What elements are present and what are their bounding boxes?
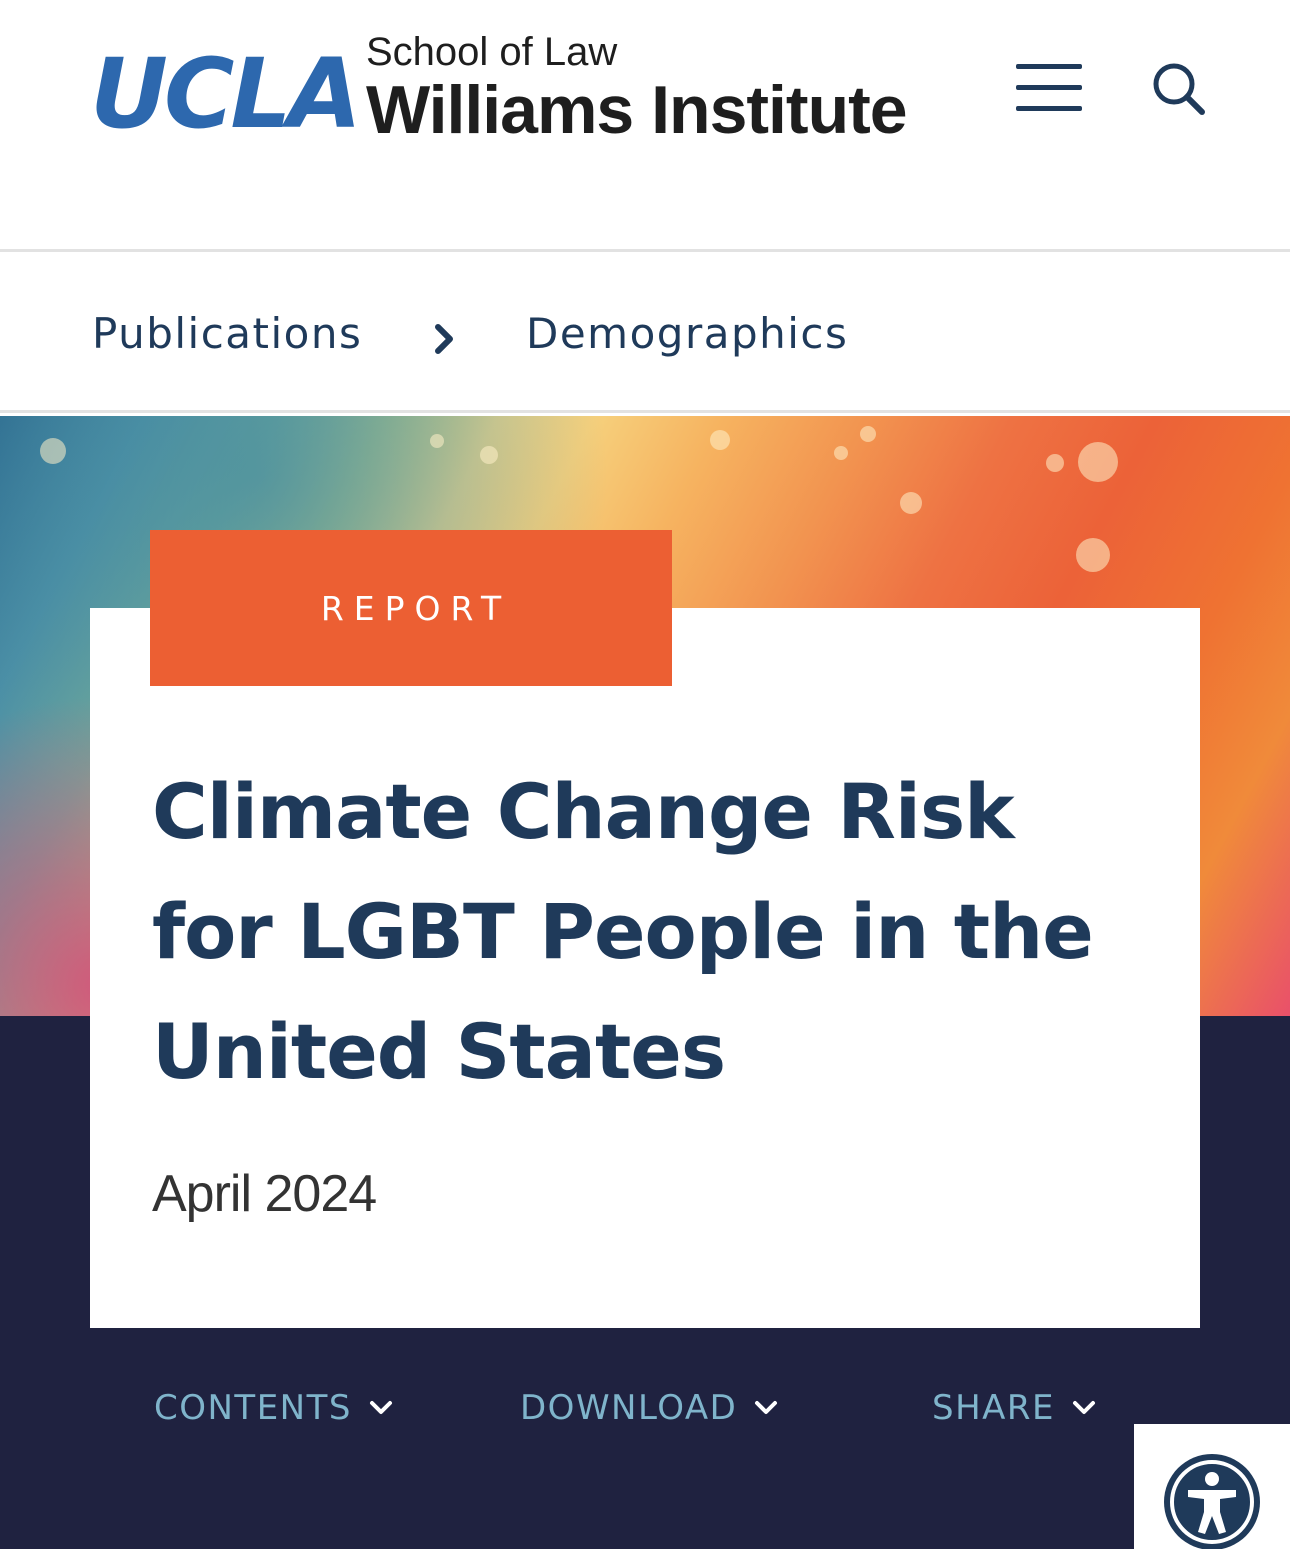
paint-splatter	[1078, 442, 1118, 482]
breadcrumb-item-publications[interactable]: Publications	[92, 310, 362, 357]
logo-institute-text: Williams Institute	[366, 72, 908, 148]
hamburger-menu-icon[interactable]	[1014, 60, 1084, 116]
chevron-right-icon	[435, 324, 453, 354]
report-tag-label: REPORT	[320, 588, 512, 628]
download-dropdown[interactable]: DOWNLOAD	[520, 1386, 779, 1430]
paint-splatter	[480, 446, 498, 464]
breadcrumb-item-demographics[interactable]: Demographics	[526, 310, 848, 357]
chevron-down-icon	[755, 1401, 778, 1414]
accessibility-icon-graphic	[1164, 1454, 1260, 1549]
contents-dropdown[interactable]: CONTENTS	[154, 1386, 394, 1430]
share-dropdown[interactable]: SHARE	[932, 1386, 1097, 1430]
menu-bar	[1016, 85, 1082, 90]
site-header: UCLA School of Law Williams Institute	[0, 0, 1290, 252]
logo-school-text: School of Law	[366, 30, 618, 74]
page-title: Climate Change Risk for LGBT People in t…	[152, 767, 1094, 1096]
logo-ucla-text: UCLA	[90, 38, 362, 150]
chevron-down-icon	[1073, 1401, 1096, 1414]
publication-date: April 2024	[152, 1165, 377, 1223]
share-label: SHARE	[932, 1388, 1056, 1428]
paint-splatter	[1076, 538, 1110, 572]
search-icon-graphic	[1153, 63, 1205, 115]
paint-splatter	[900, 492, 922, 514]
contents-label: CONTENTS	[154, 1388, 352, 1428]
accessibility-icon[interactable]	[1162, 1452, 1262, 1549]
chevron-down-icon	[369, 1401, 392, 1414]
report-tag: REPORT	[150, 530, 672, 686]
paint-splatter	[430, 434, 444, 448]
paint-splatter	[710, 430, 730, 450]
paint-splatter	[834, 446, 848, 460]
paint-splatter	[40, 438, 66, 464]
menu-bar	[1016, 64, 1082, 69]
menu-bar	[1016, 106, 1082, 111]
paint-splatter	[1046, 454, 1064, 472]
search-icon[interactable]	[1148, 58, 1208, 118]
breadcrumb: Publications Demographics	[0, 255, 1290, 413]
download-label: DOWNLOAD	[520, 1388, 738, 1428]
paint-splatter	[860, 426, 876, 442]
